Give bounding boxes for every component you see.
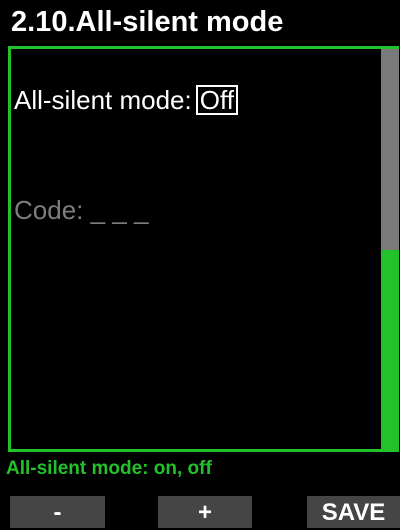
scrollbar-thumb[interactable] bbox=[381, 250, 399, 449]
scrollbar-track bbox=[381, 49, 399, 250]
plus-button[interactable]: + bbox=[158, 496, 252, 528]
softkey-bar: - + SAVE bbox=[0, 496, 400, 528]
all-silent-mode-setting[interactable]: All-silent mode: Off bbox=[14, 85, 238, 116]
page-title: 2.10.All-silent mode bbox=[0, 0, 400, 46]
code-setting: Code: _ _ _ bbox=[14, 195, 148, 226]
code-label: Code: bbox=[14, 195, 84, 225]
save-button[interactable]: SAVE bbox=[307, 496, 400, 528]
code-value: _ _ _ bbox=[90, 195, 149, 225]
minus-button[interactable]: - bbox=[10, 496, 105, 528]
help-text: All-silent mode: on, off bbox=[6, 458, 212, 479]
all-silent-mode-value[interactable]: Off bbox=[195, 85, 238, 115]
settings-panel: All-silent mode: Off Code: _ _ _ bbox=[8, 46, 399, 452]
all-silent-mode-label: All-silent mode: bbox=[14, 85, 192, 115]
